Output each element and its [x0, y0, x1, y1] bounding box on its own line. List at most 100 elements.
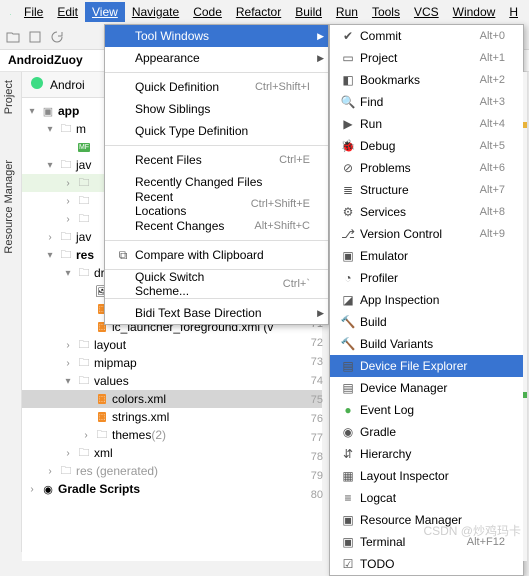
menu-code[interactable]: Code	[186, 2, 229, 22]
menubar: File Edit View Navigate Code Refactor Bu…	[0, 0, 529, 24]
menu-navigate[interactable]: Navigate	[125, 2, 186, 22]
menu-build[interactable]: Build	[288, 2, 329, 22]
menu-file[interactable]: File	[17, 2, 50, 22]
tool-window-label: Profiler	[360, 271, 505, 285]
tool-window-label: Build Variants	[360, 337, 505, 351]
folder-icon: 🗀	[59, 122, 73, 136]
menu-refactor[interactable]: Refactor	[229, 2, 288, 22]
menu-item-label: Compare with Clipboard	[135, 248, 310, 262]
tool-window-label: Event Log	[360, 403, 505, 417]
tool-icon: ◔	[340, 271, 356, 285]
menu-item[interactable]: Bidi Text Base Direction▶	[105, 302, 328, 324]
tool-window-item[interactable]: 🐞DebugAlt+5	[330, 135, 523, 157]
open-icon[interactable]	[6, 30, 20, 44]
menu-shortcut: Ctrl+Shift+I	[255, 81, 310, 93]
tool-window-label: Version Control	[360, 227, 456, 241]
tool-window-item[interactable]: ▤Device Manager	[330, 377, 523, 399]
tool-window-item[interactable]: ● Event Log	[330, 399, 523, 421]
tool-window-item[interactable]: ▤Device File Explorer	[330, 355, 523, 377]
tool-window-item[interactable]: 🔨 Build Variants	[330, 333, 523, 355]
package-icon: 🗀	[77, 194, 91, 208]
tool-window-label: Commit	[360, 29, 456, 43]
gutter-tab-project[interactable]: Project	[0, 72, 18, 122]
tool-window-label: Layout Inspector	[360, 469, 505, 483]
tool-window-item[interactable]: ◪App Inspection	[330, 289, 523, 311]
tool-window-item[interactable]: ▣Resource Manager	[330, 509, 523, 531]
tool-window-item[interactable]: ▣Emulator	[330, 245, 523, 267]
tree-node-gradle-scripts[interactable]: ›◉Gradle Scripts	[22, 480, 322, 498]
editor-gutter-line-numbers: 7071727374757677787980	[300, 296, 329, 505]
tool-icon: ◧	[340, 73, 356, 87]
tree-file-colors-xml[interactable]: ⬚colors.xml	[22, 390, 322, 408]
menu-item-label: Quick Definition	[135, 80, 231, 94]
tool-icon: ⚙	[340, 205, 356, 219]
tree-node-layout[interactable]: ›🗀layout	[22, 336, 322, 354]
tool-window-item[interactable]: ⊘ProblemsAlt+6	[330, 157, 523, 179]
menu-run[interactable]: Run	[329, 2, 365, 22]
menu-item[interactable]: Recent ChangesAlt+Shift+C	[105, 215, 328, 237]
menu-item[interactable]: Recent LocationsCtrl+Shift+E	[105, 193, 328, 215]
tool-window-item[interactable]: ◧BookmarksAlt+2	[330, 69, 523, 91]
tool-windows-submenu: ✔CommitAlt+0▭ProjectAlt+1◧BookmarksAlt+2…	[329, 24, 524, 576]
module-icon: ▣	[41, 104, 55, 118]
tool-window-item[interactable]: ≣StructureAlt+7	[330, 179, 523, 201]
tool-icon: ●	[340, 403, 356, 417]
folder-icon: 🗀	[59, 464, 73, 478]
menu-item[interactable]: Quick Type Definition	[105, 120, 328, 142]
tree-file-strings-xml[interactable]: ⬚strings.xml	[22, 408, 322, 426]
save-icon[interactable]	[28, 30, 42, 44]
folder-icon: 🗀	[77, 266, 91, 280]
tool-window-item[interactable]: ▣TerminalAlt+F12	[330, 531, 523, 553]
tool-window-item[interactable]: 🔍FindAlt+3	[330, 91, 523, 113]
tool-window-item[interactable]: ⇵Hierarchy	[330, 443, 523, 465]
tool-window-item[interactable]: ☑TODO	[330, 553, 523, 575]
tree-node-values[interactable]: ▾🗀values	[22, 372, 322, 390]
tree-node-mipmap[interactable]: ›🗀mipmap	[22, 354, 322, 372]
tool-window-item[interactable]: ▶RunAlt+4	[330, 113, 523, 135]
menu-item[interactable]: ⧉Compare with Clipboard	[105, 244, 328, 266]
tool-window-item[interactable]: 🔨Build	[330, 311, 523, 333]
menu-item[interactable]: Appearance▶	[105, 47, 328, 69]
menu-item[interactable]: Quick Definition Ctrl+Shift+I	[105, 76, 328, 98]
tool-window-item[interactable]: ◔ Profiler	[330, 267, 523, 289]
menu-item[interactable]: Tool Windows▶	[105, 25, 328, 47]
tool-icon: 🐞	[340, 139, 356, 153]
tool-window-label: Structure	[360, 183, 456, 197]
tool-window-item[interactable]: ▭ProjectAlt+1	[330, 47, 523, 69]
refresh-icon[interactable]	[50, 30, 64, 44]
menu-item[interactable]: Recent FilesCtrl+E	[105, 149, 328, 171]
menu-window[interactable]: Window	[446, 2, 503, 22]
tool-window-label: Debug	[360, 139, 456, 153]
tool-window-item[interactable]: ⎇Version ControlAlt+9	[330, 223, 523, 245]
tool-window-item[interactable]: ▦Layout Inspector	[330, 465, 523, 487]
folder-icon: 🗀	[77, 338, 91, 352]
folder-icon: 🗀	[77, 446, 91, 460]
menu-item[interactable]: Show Siblings	[105, 98, 328, 120]
tree-node-res-gen[interactable]: ›🗀res (generated)	[22, 462, 322, 480]
tool-window-label: Find	[360, 95, 456, 109]
xml-icon: MF	[77, 140, 91, 154]
tool-window-label: Resource Manager	[360, 513, 505, 527]
gutter-tab-resource-manager[interactable]: Resource Manager	[0, 152, 18, 262]
folder-icon: 🗀	[95, 428, 109, 442]
tool-icon: 🔨	[340, 337, 356, 351]
menu-item[interactable]: Quick Switch Scheme...Ctrl+`	[105, 273, 328, 295]
tree-node-xml[interactable]: ›🗀xml	[22, 444, 322, 462]
menu-help[interactable]: H	[502, 2, 525, 22]
menu-shortcut: Alt+4	[480, 118, 505, 130]
menu-item-label: Appearance	[135, 51, 310, 65]
menu-item-label: Recently Changed Files	[135, 175, 310, 189]
menu-shortcut: Alt+Shift+C	[254, 220, 310, 232]
tool-window-item[interactable]: ≡Logcat	[330, 487, 523, 509]
menu-view[interactable]: View	[85, 2, 125, 22]
menu-edit[interactable]: Edit	[50, 2, 85, 22]
tool-window-item[interactable]: ⚙ServicesAlt+8	[330, 201, 523, 223]
project-header-label: Androi	[50, 78, 85, 92]
folder-icon: 🗀	[59, 158, 73, 172]
menu-vcs[interactable]: VCS	[407, 2, 446, 22]
tree-node-themes[interactable]: ›🗀themes (2)	[22, 426, 322, 444]
tool-icon: ⇵	[340, 447, 356, 461]
tool-window-item[interactable]: ◉Gradle	[330, 421, 523, 443]
menu-tools[interactable]: Tools	[365, 2, 407, 22]
tool-window-item[interactable]: ✔CommitAlt+0	[330, 25, 523, 47]
